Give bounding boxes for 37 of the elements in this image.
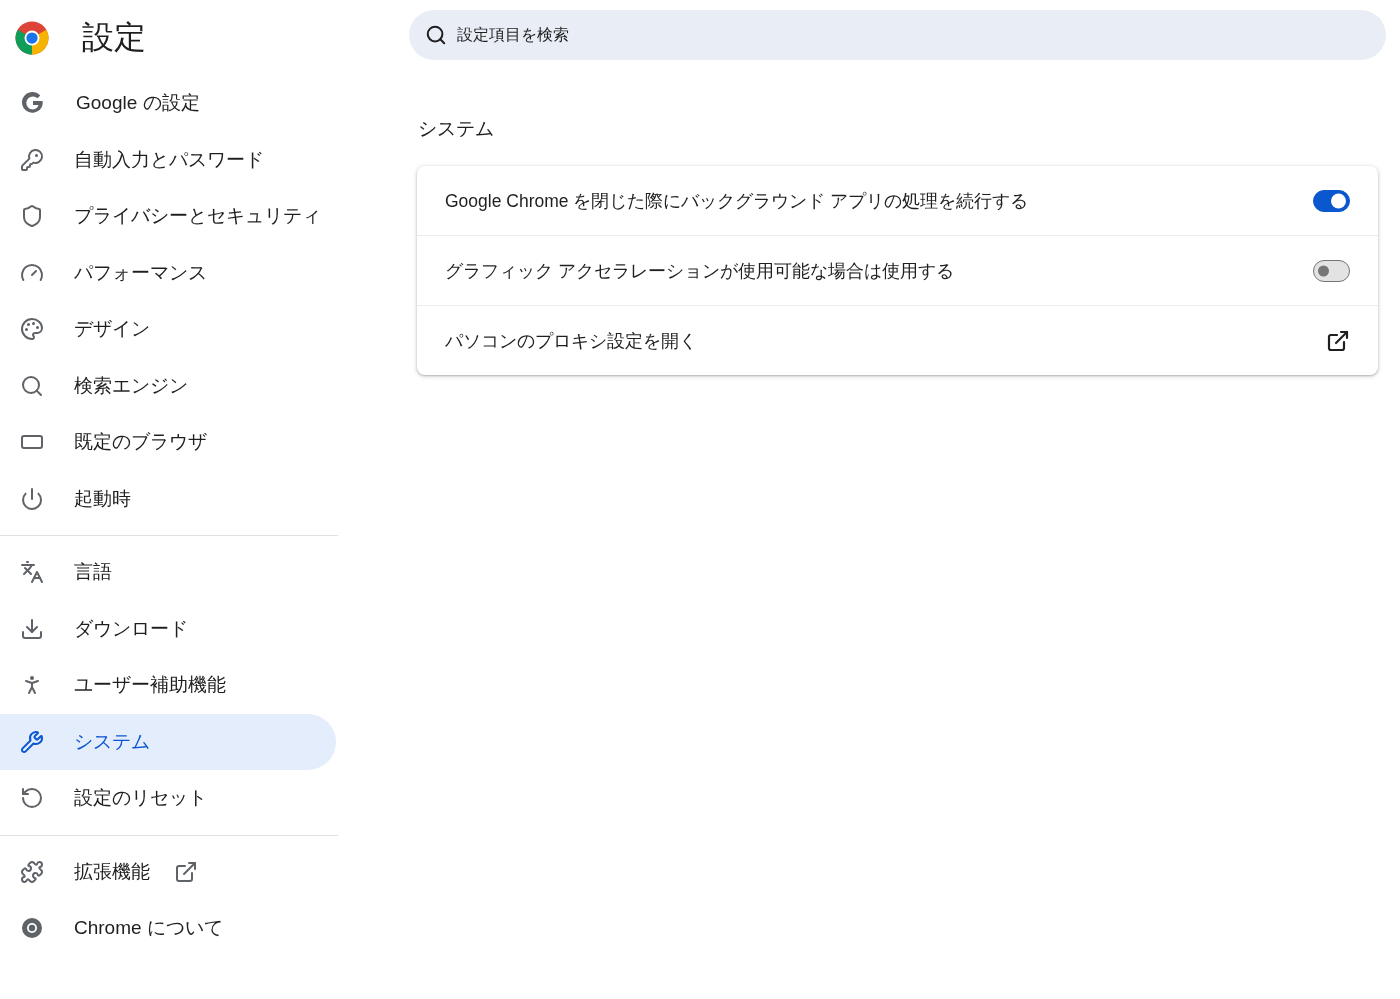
chrome-logo-icon (14, 19, 50, 56)
sidebar-item[interactable]: 設定のリセット (0, 770, 336, 827)
sidebar-item[interactable]: プライバシーとセキュリティ (0, 188, 336, 245)
translate-icon (20, 560, 44, 585)
reset-icon (20, 786, 44, 811)
section-title: システム (418, 117, 495, 141)
sidebar-item[interactable]: 既定のブラウザ (0, 414, 336, 471)
key-icon (20, 147, 44, 172)
sidebar-item[interactable]: 検索エンジン (0, 357, 336, 414)
sidebar-item[interactable]: デザイン (0, 301, 336, 358)
toggle-switch[interactable] (1313, 259, 1350, 282)
toggle-switch[interactable] (1313, 189, 1350, 212)
sidebar-item[interactable]: ユーザー補助機能 (0, 657, 336, 714)
page-title: 設定 (82, 17, 146, 57)
setting-label: Google Chrome を閉じた際にバックグラウンド アプリの処理を続行する (445, 189, 1029, 213)
search-icon (425, 24, 447, 46)
palette-icon (20, 317, 44, 342)
wrench-icon (20, 729, 44, 754)
power-icon (20, 486, 44, 511)
chrome-logo-icon (20, 916, 44, 941)
sidebar-item[interactable]: パフォーマンス (0, 244, 336, 301)
sidebar-item[interactable]: 言語 (0, 544, 336, 601)
shield-icon (20, 204, 44, 229)
search-icon (20, 373, 44, 398)
sidebar-item[interactable]: システム (0, 713, 336, 770)
sidebar-item[interactable]: ダウンロード (0, 600, 336, 657)
sidebar-item[interactable]: 起動時 (0, 470, 336, 527)
sidebar-item[interactable]: 自動入力とパスワード (0, 131, 336, 188)
external-link-button[interactable] (1326, 328, 1350, 353)
sidebar-item[interactable]: 拡張機能 (0, 843, 336, 900)
sidebar-item[interactable]: Google の設定 (0, 75, 336, 132)
setting-label: グラフィック アクセラレーションが使用可能な場合は使用する (445, 259, 954, 283)
setting-label: パソコンのプロキシ設定を開く (445, 329, 697, 353)
search-field[interactable]: 設定項目を検索 (409, 10, 1386, 60)
puzzle-icon (20, 859, 44, 884)
sidebar-item[interactable]: Chrome について (0, 900, 336, 957)
download-icon (20, 616, 44, 641)
